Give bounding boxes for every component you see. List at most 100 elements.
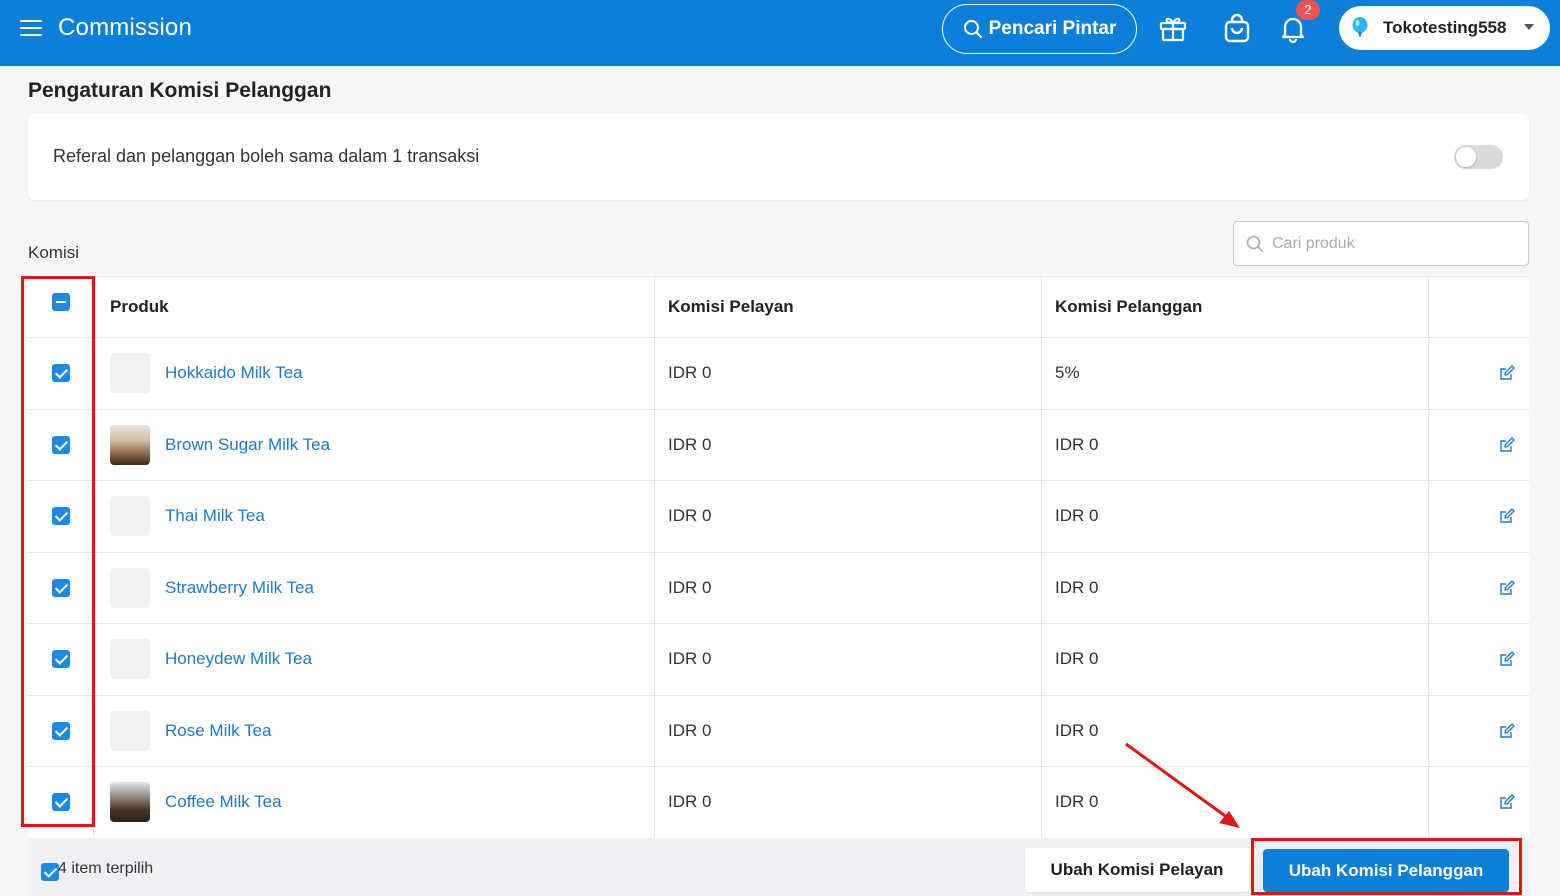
- shopping-bag-icon[interactable]: [1221, 12, 1253, 44]
- header-komisi-pelanggan: Komisi Pelanggan: [1042, 277, 1429, 337]
- edit-icon[interactable]: [1499, 437, 1515, 453]
- bulk-action-bar: 4 item terpilih Ubah Komisi Pelayan Ubah…: [28, 838, 1529, 896]
- komisi-pelanggan-cell: IDR 0: [1042, 552, 1429, 623]
- change-staff-commission-button[interactable]: Ubah Komisi Pelayan: [1025, 848, 1249, 892]
- product-image-placeholder-icon: [110, 567, 150, 608]
- row-check-cell: [28, 695, 94, 766]
- header-action: [1429, 277, 1529, 337]
- product-image-placeholder-icon: [110, 496, 150, 537]
- smart-search-button[interactable]: Pencari Pintar: [942, 4, 1137, 54]
- table-row: Strawberry Milk Tea IDR 0 IDR 0: [28, 552, 1529, 624]
- product-cell: Honeydew Milk Tea: [94, 624, 655, 695]
- product-image-placeholder-icon: [110, 353, 150, 394]
- row-checkbox[interactable]: [51, 364, 70, 383]
- action-cell: [1429, 696, 1529, 767]
- search-icon: [1246, 235, 1264, 252]
- store-selector[interactable]: Tokotesting558: [1339, 6, 1550, 50]
- selected-count-text: 4 item terpilih: [58, 860, 154, 877]
- product-name-link[interactable]: Rose Milk Tea: [165, 721, 271, 741]
- change-customer-commission-button[interactable]: Ubah Komisi Pelanggan: [1263, 849, 1509, 892]
- table-row: Thai Milk Tea IDR 0 IDR 0: [28, 481, 1529, 553]
- row-check-cell: [28, 624, 94, 695]
- action-cell: [1429, 767, 1529, 838]
- row-check-cell: [28, 338, 94, 409]
- action-cell: [1429, 481, 1529, 552]
- setting-card: Referal dan pelanggan boleh sama dalam 1…: [28, 114, 1529, 200]
- product-image-placeholder-icon: [110, 639, 150, 680]
- header-komisi-pelayan: Komisi Pelayan: [655, 277, 1042, 337]
- edit-icon[interactable]: [1499, 723, 1515, 739]
- action-cell: [1429, 624, 1529, 695]
- edit-icon[interactable]: [1499, 580, 1515, 596]
- product-image-placeholder-icon: [110, 710, 150, 751]
- row-check-cell: [28, 409, 94, 480]
- balloon-icon: [1352, 17, 1368, 38]
- row-check-cell: [28, 767, 94, 838]
- table-header-row: Produk Komisi Pelayan Komisi Pelanggan: [28, 277, 1529, 338]
- notification-badge: 2: [1296, 0, 1320, 20]
- komisi-pelanggan-cell: IDR 0: [1042, 409, 1429, 480]
- header-produk: Produk: [94, 277, 655, 337]
- commission-table: Produk Komisi Pelayan Komisi Pelanggan H…: [28, 276, 1529, 839]
- gift-icon[interactable]: [1157, 12, 1189, 44]
- edit-icon[interactable]: [1499, 508, 1515, 524]
- edit-icon[interactable]: [1499, 794, 1515, 810]
- product-cell: Rose Milk Tea: [94, 695, 655, 766]
- toggle-knob: [1456, 147, 1476, 167]
- row-checkbox[interactable]: [51, 721, 70, 740]
- table-row: Rose Milk Tea IDR 0 IDR 0: [28, 695, 1529, 767]
- komisi-pelayan-cell: IDR 0: [655, 552, 1042, 623]
- row-check-cell: [28, 481, 94, 552]
- row-checkbox[interactable]: [51, 650, 70, 669]
- komisi-pelayan-cell: IDR 0: [655, 624, 1042, 695]
- section-label: Komisi: [28, 243, 80, 262]
- product-search-box: [1233, 221, 1529, 266]
- product-name-link[interactable]: Strawberry Milk Tea: [165, 578, 314, 598]
- komisi-pelayan-cell: IDR 0: [655, 767, 1042, 838]
- table-row: Hokkaido Milk Tea IDR 0 5%: [28, 338, 1529, 410]
- smart-search-label: Pencari Pintar: [988, 18, 1117, 39]
- hamburger-menu-icon[interactable]: [20, 20, 42, 38]
- komisi-pelayan-cell: IDR 0: [655, 338, 1042, 409]
- product-name-link[interactable]: Honeydew Milk Tea: [165, 649, 312, 669]
- product-image: [110, 424, 150, 465]
- product-cell: Hokkaido Milk Tea: [94, 338, 655, 409]
- select-all-checkbox[interactable]: [51, 293, 70, 311]
- row-checkbox[interactable]: [51, 578, 70, 597]
- referral-same-toggle[interactable]: [1454, 145, 1503, 169]
- chevron-down-icon: [1524, 24, 1534, 30]
- komisi-pelanggan-cell: IDR 0: [1042, 481, 1429, 552]
- edit-icon[interactable]: [1499, 365, 1515, 381]
- action-cell: [1429, 553, 1529, 624]
- table-row: Brown Sugar Milk Tea IDR 0 IDR 0: [28, 409, 1529, 481]
- row-checkbox[interactable]: [51, 507, 70, 526]
- row-checkbox[interactable]: [51, 793, 70, 812]
- setting-label: Referal dan pelanggan boleh sama dalam 1…: [53, 146, 480, 166]
- table-row: Honeydew Milk Tea IDR 0 IDR 0: [28, 624, 1529, 696]
- row-check-cell: [28, 552, 94, 623]
- action-cell: [1429, 338, 1529, 409]
- product-name-link[interactable]: Coffee Milk Tea: [165, 792, 282, 812]
- table-row: Coffee Milk Tea IDR 0 IDR 0: [28, 767, 1529, 839]
- product-name-link[interactable]: Thai Milk Tea: [165, 506, 265, 526]
- top-bar: Commission Pencari Pintar 2 Tokotesting5…: [0, 0, 1560, 66]
- page-title: Pengaturan Komisi Pelanggan: [28, 79, 332, 102]
- product-cell: Coffee Milk Tea: [94, 767, 655, 838]
- komisi-pelanggan-cell: IDR 0: [1042, 695, 1429, 766]
- product-name-link[interactable]: Brown Sugar Milk Tea: [165, 435, 330, 455]
- app-title: Commission: [58, 14, 193, 41]
- product-cell: Strawberry Milk Tea: [94, 552, 655, 623]
- row-checkbox[interactable]: [51, 435, 70, 454]
- header-check-cell: [28, 277, 94, 337]
- product-name-link[interactable]: Hokkaido Milk Tea: [165, 363, 303, 383]
- selected-items-checkbox[interactable]: [41, 863, 59, 881]
- edit-icon[interactable]: [1499, 651, 1515, 667]
- komisi-pelanggan-cell: IDR 0: [1042, 767, 1429, 838]
- product-search-input[interactable]: [1272, 234, 1512, 253]
- komisi-pelanggan-cell: IDR 0: [1042, 624, 1429, 695]
- komisi-pelayan-cell: IDR 0: [655, 409, 1042, 480]
- product-cell: Thai Milk Tea: [94, 481, 655, 552]
- search-icon: [963, 20, 982, 38]
- product-image: [110, 782, 150, 823]
- store-name: Tokotesting558: [1383, 18, 1507, 37]
